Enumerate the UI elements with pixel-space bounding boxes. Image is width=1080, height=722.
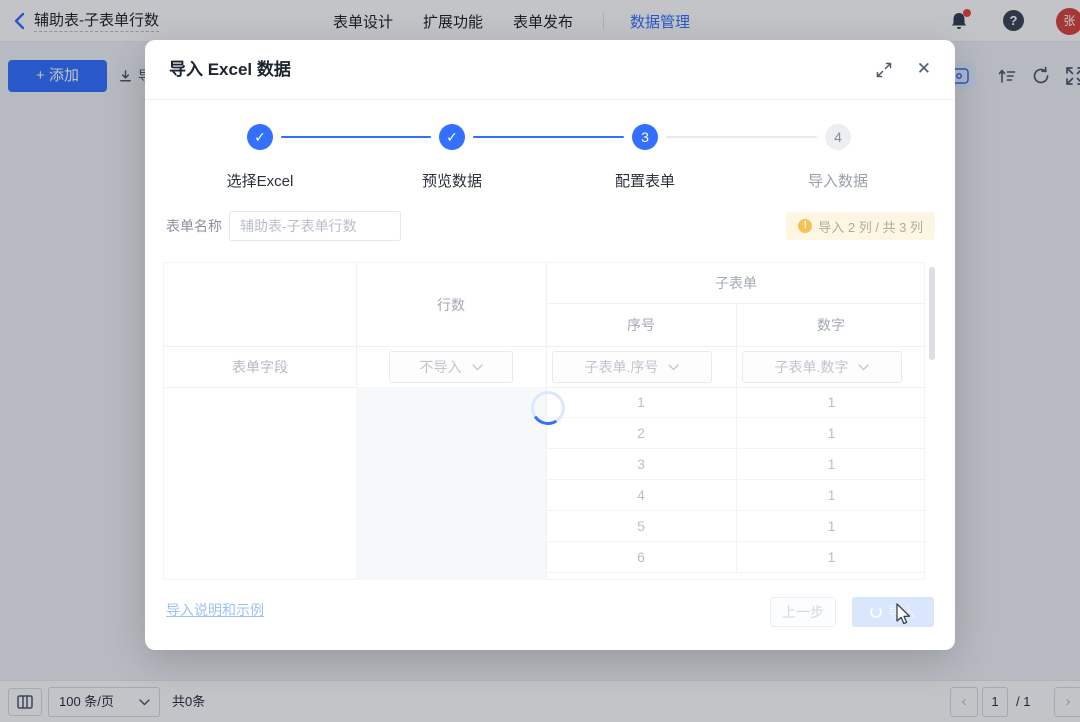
step-2-circle: ✓ — [439, 124, 465, 150]
table-cell: 1 — [736, 480, 926, 510]
table-data-rows: 112131415161 — [546, 387, 926, 573]
select-number-mapping[interactable]: 子表单.数字 — [742, 351, 902, 383]
table-cell: 6 — [546, 542, 736, 572]
modal-header: 导入 Excel 数据 ✕ — [145, 40, 955, 100]
header-empty-cell — [164, 263, 356, 346]
header-number: 数字 — [736, 303, 926, 346]
select-value: 子表单.数字 — [775, 357, 849, 377]
excluded-column-block — [356, 387, 546, 580]
step-1-circle: ✓ — [247, 124, 273, 150]
select-value: 不导入 — [420, 357, 462, 377]
select-value: 子表单.序号 — [585, 357, 659, 377]
import-columns-badge: ! 导入 2 列 / 共 3 列 — [786, 212, 935, 240]
step-connector — [666, 136, 817, 138]
table-cell: 1 — [736, 511, 926, 541]
previous-step-button[interactable]: 上一步 — [770, 597, 836, 627]
close-icon[interactable]: ✕ — [917, 40, 931, 100]
table-cell: 1 — [736, 542, 926, 572]
import-help-link[interactable]: 导入说明和示例 — [166, 600, 264, 620]
step-1-label: 选择Excel — [190, 170, 330, 191]
button-spinner-icon — [870, 606, 882, 618]
modal-title: 导入 Excel 数据 — [169, 40, 291, 100]
mouse-cursor — [893, 602, 915, 626]
warning-icon: ! — [798, 219, 812, 233]
step-3-circle: 3 — [632, 124, 658, 150]
chevron-down-icon — [668, 364, 679, 371]
select-seq-mapping[interactable]: 子表单.序号 — [552, 351, 712, 383]
header-group-subform: 子表单 — [546, 263, 926, 303]
step-3-label: 配置表单 — [575, 170, 715, 191]
step-2-label: 预览数据 — [382, 170, 522, 191]
chevron-down-icon — [472, 364, 483, 371]
badge-text: 导入 2 列 / 共 3 列 — [818, 217, 923, 236]
step-4-label: 导入数据 — [768, 170, 908, 191]
table-cell: 5 — [546, 511, 736, 541]
table-cell: 2 — [546, 418, 736, 448]
header-rowcount: 行数 — [356, 263, 546, 346]
form-name-input[interactable] — [229, 211, 401, 241]
expand-icon[interactable] — [875, 61, 893, 79]
field-row-label: 表单字段 — [164, 346, 356, 387]
form-name-label: 表单名称 — [166, 211, 222, 241]
table-cell: 1 — [736, 387, 926, 417]
table-cell: 4 — [546, 480, 736, 510]
table-scrollbar[interactable] — [929, 267, 935, 360]
import-excel-modal: 导入 Excel 数据 ✕ ✓ ✓ 3 4 选择Excel 预览数据 配置表单 … — [145, 40, 955, 650]
step-4-circle: 4 — [825, 124, 851, 150]
table-row: 61 — [546, 542, 926, 573]
header-seq: 序号 — [546, 303, 736, 346]
table-cell: 1 — [736, 449, 926, 479]
step-connector — [281, 136, 431, 138]
table-row: 51 — [546, 511, 926, 542]
select-rowcount-mapping[interactable]: 不导入 — [389, 351, 513, 383]
table-row: 31 — [546, 449, 926, 480]
grid-line — [356, 263, 357, 387]
table-row: 41 — [546, 480, 926, 511]
table-cell: 1 — [736, 418, 926, 448]
table-row: 21 — [546, 418, 926, 449]
table-cell: 3 — [546, 449, 736, 479]
grid-line — [546, 303, 926, 304]
step-connector — [473, 136, 624, 138]
chevron-down-icon — [858, 364, 869, 371]
grid-line — [736, 303, 737, 387]
table-cell: 1 — [546, 387, 736, 417]
table-row: 11 — [546, 387, 926, 418]
